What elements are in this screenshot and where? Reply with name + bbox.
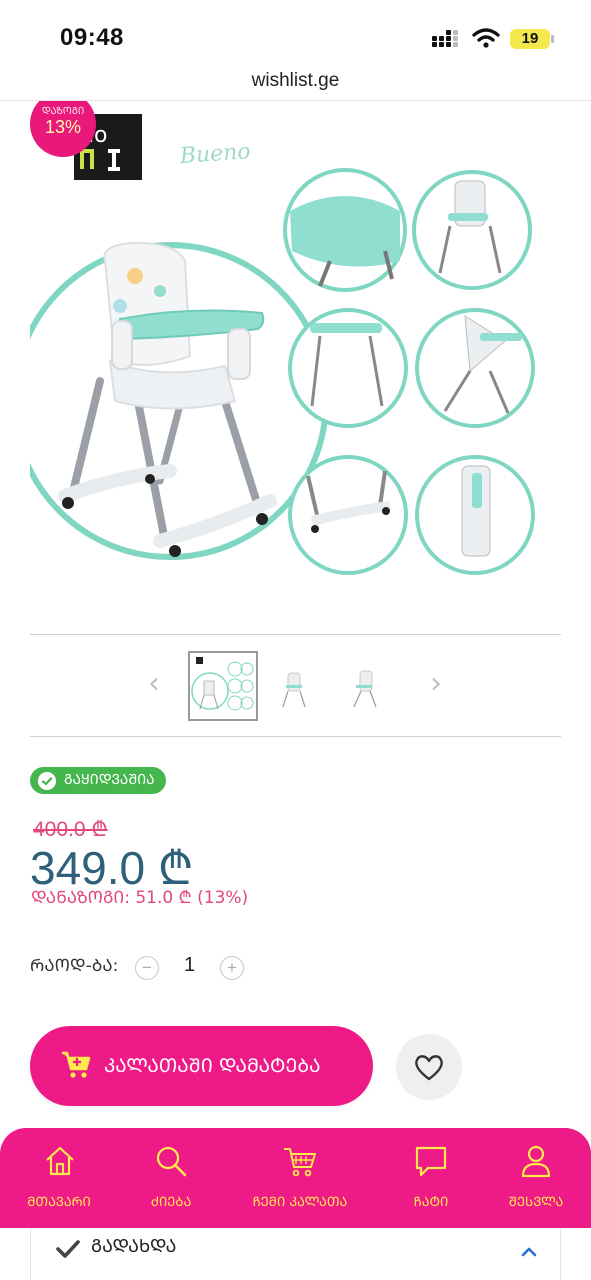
discount-value: 13%	[44, 117, 82, 137]
thumb-chair-front[interactable]	[258, 651, 328, 721]
nav-home-label: ᲛᲗᲐᲕᲐᲠᲘ	[27, 1195, 91, 1210]
nav-my-cart-label: ᲩᲔᲛᲘ ᲙᲐᲚᲐᲗᲐ	[252, 1195, 348, 1210]
nav-chat-label: ᲩᲐᲢᲘ	[413, 1195, 449, 1210]
check-circle-icon	[38, 772, 56, 790]
battery-indicator: 19	[510, 29, 550, 49]
delivery-label: ᲒᲐᲓᲐᲮᲓᲐ	[91, 1236, 177, 1257]
wifi-icon	[472, 28, 500, 48]
nav-my-cart[interactable]: ᲩᲔᲛᲘ ᲙᲐᲚᲐᲗᲐ	[228, 1128, 372, 1228]
nav-search-label: ᲫᲘᲔᲑᲐ	[150, 1195, 192, 1210]
battery-tip	[551, 35, 554, 43]
cart-icon	[284, 1148, 316, 1177]
status-time: 09:48	[60, 24, 124, 51]
svg-text:Bueno: Bueno	[178, 139, 251, 169]
thumb-chair-side[interactable]	[330, 651, 400, 721]
chevron-up-icon[interactable]	[519, 1244, 539, 1258]
url-bar[interactable]: wishlist.ge	[0, 66, 591, 100]
wishlist-button[interactable]	[396, 1034, 462, 1100]
add-to-cart-button[interactable]: ᲙᲐᲚᲐᲗᲐᲨᲘ ᲓᲐᲛᲐᲢᲔᲑᲐ	[30, 1026, 373, 1106]
user-icon	[521, 1145, 551, 1178]
thumbs-divider	[30, 736, 561, 737]
thumbnail-strip: ‹ ›	[0, 645, 591, 729]
product-image[interactable]: no Bueno	[0, 101, 591, 631]
next-arrow-icon[interactable]: ›	[424, 667, 448, 701]
heart-icon	[415, 1055, 443, 1081]
chat-icon	[415, 1146, 447, 1177]
prev-arrow-icon[interactable]: ‹	[142, 667, 166, 701]
stock-label: ᲒᲐᲧᲘᲓᲕᲐᲨᲘᲐ	[64, 772, 155, 788]
quantity-value[interactable]: 1	[184, 954, 195, 977]
image-divider	[30, 634, 561, 635]
search-icon	[156, 1146, 187, 1177]
thumb-collage[interactable]	[188, 651, 258, 721]
status-bar: 09:48 19	[0, 0, 591, 68]
home-icon	[46, 1146, 74, 1176]
in-stock-badge: ᲒᲐᲧᲘᲓᲕᲐᲨᲘᲐ	[30, 767, 166, 794]
nav-home[interactable]: ᲛᲗᲐᲕᲐᲠᲘ	[6, 1128, 112, 1228]
cart-icon	[62, 1051, 91, 1078]
nav-login[interactable]: ᲨᲔᲡᲕᲚᲐ	[484, 1128, 588, 1228]
saving-text: ᲓᲐᲜᲐᲖᲝᲒᲘ: 51.0 ₾ (13%)	[31, 888, 249, 908]
high-chair-illustration: no Bueno	[30, 114, 535, 575]
nav-login-label: ᲨᲔᲡᲕᲚᲐ	[508, 1195, 564, 1210]
quantity-label: ᲠᲐᲝᲓ-ᲑᲐ:	[30, 956, 119, 976]
signal-icon	[432, 30, 462, 48]
quantity-decrease-button[interactable]: −	[135, 956, 159, 980]
nav-chat[interactable]: ᲩᲐᲢᲘ	[378, 1128, 484, 1228]
discount-label: ᲓᲐᲖᲝᲒᲘ	[41, 106, 85, 117]
delivery-section[interactable]: ᲒᲐᲓᲐᲮᲓᲐ	[30, 1228, 561, 1280]
checkmark-icon	[56, 1240, 80, 1258]
add-to-cart-label: ᲙᲐᲚᲐᲗᲐᲨᲘ ᲓᲐᲛᲐᲢᲔᲑᲐ	[104, 1055, 321, 1077]
quantity-increase-button[interactable]: +	[220, 956, 244, 980]
bottom-navigation: ᲛᲗᲐᲕᲐᲠᲘ ᲫᲘᲔᲑᲐ ᲩᲔᲛᲘ ᲙᲐᲚᲐᲗᲐ ᲩᲐᲢᲘ ᲨᲔᲡᲕᲚᲐ	[0, 1128, 591, 1228]
nav-search[interactable]: ᲫᲘᲔᲑᲐ	[118, 1128, 224, 1228]
